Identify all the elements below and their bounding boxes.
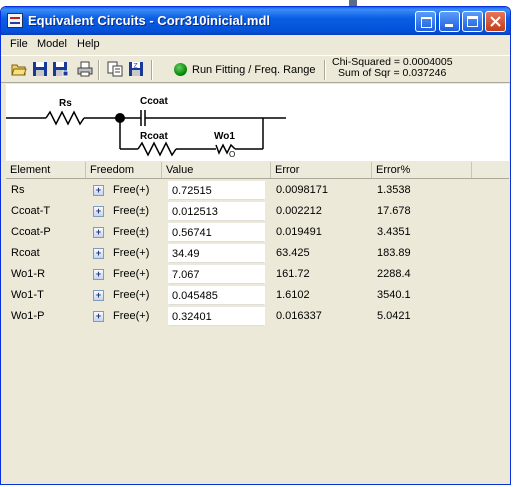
error-cell: 1.6102 xyxy=(276,289,310,301)
ccoat-label: Ccoat xyxy=(140,96,168,107)
toolbar: Z Run Fitting / Freq. Range Chi-Squared … xyxy=(1,55,510,83)
value-field[interactable]: 0.56741 xyxy=(168,223,265,242)
table-row: Wo1-P + Free(+) 0.32401 0.016337 5.0421 xyxy=(6,306,509,327)
maximize-button[interactable] xyxy=(462,11,483,32)
element-cell: Wo1-R xyxy=(11,268,46,280)
value-field[interactable]: 0.045485 xyxy=(168,286,265,305)
circuit-diagram[interactable]: Rs Ccoat Rcoat Wo1 O xyxy=(6,84,509,161)
element-cell: Ccoat-P xyxy=(11,226,51,238)
value-field[interactable]: 7.067 xyxy=(168,265,265,284)
value-field[interactable]: 0.012513 xyxy=(168,202,265,221)
menu-help[interactable]: Help xyxy=(77,38,100,50)
col-freedom[interactable]: Freedom xyxy=(86,162,162,178)
col-error[interactable]: Error xyxy=(271,162,372,178)
freedom-cell[interactable]: Free(±) xyxy=(113,201,149,222)
save-z-icon[interactable]: Z xyxy=(128,61,144,77)
freedom-toggle-button[interactable]: + xyxy=(93,269,104,280)
error-cell: 0.002212 xyxy=(276,205,322,217)
table-row: Wo1-T + Free(+) 0.045485 1.6102 3540.1 xyxy=(6,285,509,306)
restore-app-button[interactable] xyxy=(415,11,436,32)
freedom-cell[interactable]: Free(+) xyxy=(113,306,149,327)
sum-of-sqr-value: Sum of Sqr = 0.037246 xyxy=(338,67,447,79)
table-row: Rcoat + Free(+) 34.49 63.425 183.89 xyxy=(6,243,509,264)
menu-file[interactable]: File xyxy=(10,38,28,50)
toolbar-separator xyxy=(324,60,326,80)
title-bar[interactable]: Equivalent Circuits - Corr310inicial.mdl xyxy=(1,7,510,35)
run-fitting-button[interactable]: Run Fitting / Freq. Range xyxy=(171,59,319,81)
menu-bar: File Model Help xyxy=(1,35,510,54)
error-pct-cell: 2288.4 xyxy=(377,268,411,280)
open-folder-icon[interactable] xyxy=(11,61,27,77)
copy-data-icon[interactable] xyxy=(107,61,123,77)
wo1-subscript: O xyxy=(229,150,235,159)
parameters-grid: Element Freedom Value Error Error% Rs + … xyxy=(6,162,509,481)
rcoat-label: Rcoat xyxy=(140,131,168,142)
rs-resistor xyxy=(45,110,85,126)
minimize-icon xyxy=(445,24,453,27)
col-value[interactable]: Value xyxy=(162,162,271,178)
element-cell: Rs xyxy=(11,184,25,196)
value-field[interactable]: 0.32401 xyxy=(168,307,265,326)
rcoat-resistor xyxy=(137,141,177,157)
error-cell: 0.016337 xyxy=(276,310,322,322)
freedom-toggle-button[interactable]: + xyxy=(93,206,104,217)
error-pct-cell: 3.4351 xyxy=(377,226,411,238)
element-cell: Wo1-P xyxy=(11,310,45,322)
toolbar-separator xyxy=(98,60,100,80)
wo1-label: Wo1 xyxy=(214,131,235,142)
close-button[interactable] xyxy=(485,11,506,32)
minimize-button[interactable] xyxy=(439,11,460,32)
circuit-svg: Rs Ccoat Rcoat Wo1 O xyxy=(6,96,286,159)
element-cell: Wo1-T xyxy=(11,289,44,301)
run-green-icon xyxy=(174,63,187,76)
close-icon xyxy=(490,16,501,27)
save-icon[interactable] xyxy=(32,61,48,77)
error-pct-cell: 183.89 xyxy=(377,247,411,259)
element-cell: Rcoat xyxy=(11,247,40,259)
table-row: Rs + Free(+) 0.72515 0.0098171 1.3538 xyxy=(6,180,509,201)
freedom-cell[interactable]: Free(+) xyxy=(113,285,149,306)
freedom-toggle-button[interactable]: + xyxy=(93,227,104,238)
error-cell: 161.72 xyxy=(276,268,310,280)
run-fitting-label: Run Fitting / Freq. Range xyxy=(192,64,316,76)
element-cell: Ccoat-T xyxy=(11,205,51,217)
error-pct-cell: 17.678 xyxy=(377,205,411,217)
maximize-icon xyxy=(467,16,478,27)
table-row: Ccoat-T + Free(±) 0.012513 0.002212 17.6… xyxy=(6,201,509,222)
error-pct-cell: 3540.1 xyxy=(377,289,411,301)
table-row: Ccoat-P + Free(±) 0.56741 0.019491 3.435… xyxy=(6,222,509,243)
freedom-toggle-button[interactable]: + xyxy=(93,311,104,322)
col-error-pct[interactable]: Error% xyxy=(372,162,472,178)
value-field[interactable]: 0.72515 xyxy=(168,181,265,200)
freedom-toggle-button[interactable]: + xyxy=(93,290,104,301)
freedom-cell[interactable]: Free(+) xyxy=(113,243,149,264)
error-cell: 0.0098171 xyxy=(276,184,328,196)
freedom-cell[interactable]: Free(+) xyxy=(113,264,149,285)
freedom-toggle-button[interactable]: + xyxy=(93,185,104,196)
error-pct-cell: 5.0421 xyxy=(377,310,411,322)
value-field[interactable]: 34.49 xyxy=(168,244,265,263)
rs-label: Rs xyxy=(59,98,72,109)
freedom-cell[interactable]: Free(+) xyxy=(113,180,149,201)
freedom-cell[interactable]: Free(±) xyxy=(113,222,149,243)
error-pct-cell: 1.3538 xyxy=(377,184,411,196)
save-as-icon[interactable] xyxy=(52,61,68,77)
equivalent-circuits-window: Equivalent Circuits - Corr310inicial.mdl… xyxy=(0,6,511,485)
svg-text:Z: Z xyxy=(134,63,138,70)
fit-statistics: Chi-Squared = 0.0004005 Sum of Sqr = 0.0… xyxy=(332,57,453,79)
print-icon[interactable] xyxy=(77,61,93,77)
col-element[interactable]: Element xyxy=(6,162,86,178)
window-title: Equivalent Circuits - Corr310inicial.mdl xyxy=(28,13,271,28)
menu-model[interactable]: Model xyxy=(37,38,67,50)
app-icon[interactable] xyxy=(7,13,23,28)
freedom-toggle-button[interactable]: + xyxy=(93,248,104,259)
table-row: Wo1-R + Free(+) 7.067 161.72 2288.4 xyxy=(6,264,509,285)
error-cell: 63.425 xyxy=(276,247,310,259)
error-cell: 0.019491 xyxy=(276,226,322,238)
grid-header: Element Freedom Value Error Error% xyxy=(6,162,509,179)
toolbar-separator xyxy=(151,60,153,80)
